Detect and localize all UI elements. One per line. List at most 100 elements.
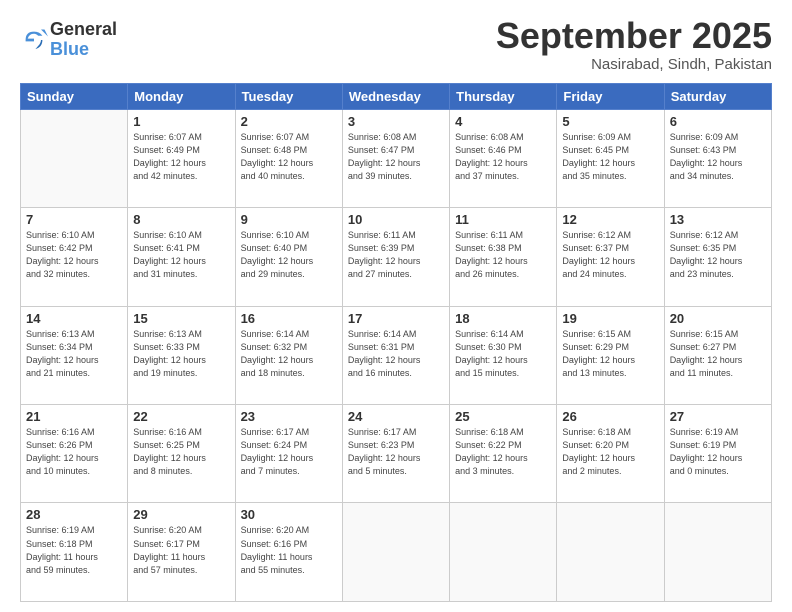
day-info: Sunrise: 6:20 AM Sunset: 6:16 PM Dayligh… — [241, 524, 337, 576]
day-number: 21 — [26, 409, 122, 424]
day-info: Sunrise: 6:11 AM Sunset: 6:39 PM Dayligh… — [348, 229, 444, 281]
day-number: 23 — [241, 409, 337, 424]
col-monday: Monday — [128, 83, 235, 109]
day-number: 26 — [562, 409, 658, 424]
day-info: Sunrise: 6:14 AM Sunset: 6:30 PM Dayligh… — [455, 328, 551, 380]
day-info: Sunrise: 6:14 AM Sunset: 6:31 PM Dayligh… — [348, 328, 444, 380]
table-row — [557, 503, 664, 602]
table-row: 20 Sunrise: 6:15 AM Sunset: 6:27 PM Dayli… — [664, 306, 771, 404]
table-row: 8 Sunrise: 6:10 AM Sunset: 6:41 PM Daylig… — [128, 208, 235, 306]
table-row: 19Sunrise: 6:15 AM Sunset: 6:29 PM Dayli… — [557, 306, 664, 404]
table-row: 21 Sunrise: 6:16 AM Sunset: 6:26 PM Dayli… — [21, 405, 128, 503]
logo-blue-text: Blue — [50, 40, 117, 60]
day-number: 11 — [455, 212, 551, 227]
day-info: Sunrise: 6:11 AM Sunset: 6:38 PM Dayligh… — [455, 229, 551, 281]
title-block: September 2025 Nasirabad, Sindh, Pakista… — [496, 16, 772, 73]
table-row: 9Sunrise: 6:10 AM Sunset: 6:40 PM Daylig… — [235, 208, 342, 306]
day-number: 24 — [348, 409, 444, 424]
table-row: 6Sunrise: 6:09 AM Sunset: 6:43 PM Daylig… — [664, 109, 771, 207]
table-row: 25 Sunrise: 6:18 AM Sunset: 6:22 PM Dayli… — [450, 405, 557, 503]
table-row: 30 Sunrise: 6:20 AM Sunset: 6:16 PM Dayli… — [235, 503, 342, 602]
col-sunday: Sunday — [21, 83, 128, 109]
day-number: 7 — [26, 212, 122, 227]
day-info: Sunrise: 6:16 AM Sunset: 6:26 PM Dayligh… — [26, 426, 122, 478]
day-number: 25 — [455, 409, 551, 424]
table-row — [21, 109, 128, 207]
table-row: 15Sunrise: 6:13 AM Sunset: 6:33 PM Dayli… — [128, 306, 235, 404]
day-info: Sunrise: 6:17 AM Sunset: 6:23 PM Dayligh… — [348, 426, 444, 478]
day-info: Sunrise: 6:18 AM Sunset: 6:22 PM Dayligh… — [455, 426, 551, 478]
table-row: 4 Sunrise: 6:08 AM Sunset: 6:46 PM Daylig… — [450, 109, 557, 207]
day-info: Sunrise: 6:13 AM Sunset: 6:34 PM Dayligh… — [26, 328, 122, 380]
day-number: 20 — [670, 311, 766, 326]
table-row: 1 Sunrise: 6:07 AM Sunset: 6:49 PM Daylig… — [128, 109, 235, 207]
day-number: 6 — [670, 114, 766, 129]
page: General Blue September 2025 Nasirabad, S… — [0, 0, 792, 612]
logo-icon — [20, 26, 48, 54]
day-info: Sunrise: 6:10 AM Sunset: 6:42 PM Dayligh… — [26, 229, 122, 281]
day-number: 10 — [348, 212, 444, 227]
day-number: 14 — [26, 311, 122, 326]
table-row: 13 Sunrise: 6:12 AM Sunset: 6:35 PM Dayli… — [664, 208, 771, 306]
day-number: 19 — [562, 311, 658, 326]
day-number: 4 — [455, 114, 551, 129]
location: Nasirabad, Sindh, Pakistan — [496, 56, 772, 73]
day-number: 29 — [133, 507, 229, 522]
table-row: 28Sunrise: 6:19 AM Sunset: 6:18 PM Dayli… — [21, 503, 128, 602]
table-row: 17 Sunrise: 6:14 AM Sunset: 6:31 PM Dayli… — [342, 306, 449, 404]
calendar-header-row: Sunday Monday Tuesday Wednesday Thursday… — [21, 83, 772, 109]
table-row: 27 Sunrise: 6:19 AM Sunset: 6:19 PM Dayli… — [664, 405, 771, 503]
day-info: Sunrise: 6:07 AM Sunset: 6:49 PM Dayligh… — [133, 131, 229, 183]
day-info: Sunrise: 6:20 AM Sunset: 6:17 PM Dayligh… — [133, 524, 229, 576]
table-row: 12 Sunrise: 6:12 AM Sunset: 6:37 PM Dayli… — [557, 208, 664, 306]
day-number: 28 — [26, 507, 122, 522]
day-info: Sunrise: 6:09 AM Sunset: 6:45 PM Dayligh… — [562, 131, 658, 183]
day-info: Sunrise: 6:19 AM Sunset: 6:19 PM Dayligh… — [670, 426, 766, 478]
day-number: 8 — [133, 212, 229, 227]
table-row: 14 Sunrise: 6:13 AM Sunset: 6:34 PM Dayli… — [21, 306, 128, 404]
day-info: Sunrise: 6:12 AM Sunset: 6:37 PM Dayligh… — [562, 229, 658, 281]
logo-text: General Blue — [50, 20, 117, 60]
day-info: Sunrise: 6:08 AM Sunset: 6:47 PM Dayligh… — [348, 131, 444, 183]
day-number: 22 — [133, 409, 229, 424]
day-number: 12 — [562, 212, 658, 227]
day-info: Sunrise: 6:18 AM Sunset: 6:20 PM Dayligh… — [562, 426, 658, 478]
col-friday: Friday — [557, 83, 664, 109]
header: General Blue September 2025 Nasirabad, S… — [20, 16, 772, 73]
day-number: 15 — [133, 311, 229, 326]
day-number: 2 — [241, 114, 337, 129]
day-info: Sunrise: 6:07 AM Sunset: 6:48 PM Dayligh… — [241, 131, 337, 183]
col-saturday: Saturday — [664, 83, 771, 109]
day-number: 5 — [562, 114, 658, 129]
table-row: 23 Sunrise: 6:17 AM Sunset: 6:24 PM Dayli… — [235, 405, 342, 503]
table-row: 29 Sunrise: 6:20 AM Sunset: 6:17 PM Dayli… — [128, 503, 235, 602]
day-number: 1 — [133, 114, 229, 129]
month-title: September 2025 — [496, 16, 772, 56]
day-info: Sunrise: 6:12 AM Sunset: 6:35 PM Dayligh… — [670, 229, 766, 281]
col-thursday: Thursday — [450, 83, 557, 109]
day-number: 16 — [241, 311, 337, 326]
day-info: Sunrise: 6:16 AM Sunset: 6:25 PM Dayligh… — [133, 426, 229, 478]
day-info: Sunrise: 6:14 AM Sunset: 6:32 PM Dayligh… — [241, 328, 337, 380]
day-info: Sunrise: 6:08 AM Sunset: 6:46 PM Dayligh… — [455, 131, 551, 183]
table-row: 2 Sunrise: 6:07 AM Sunset: 6:48 PM Daylig… — [235, 109, 342, 207]
table-row: 22 Sunrise: 6:16 AM Sunset: 6:25 PM Dayli… — [128, 405, 235, 503]
calendar-table: Sunday Monday Tuesday Wednesday Thursday… — [20, 83, 772, 602]
day-info: Sunrise: 6:10 AM Sunset: 6:41 PM Dayligh… — [133, 229, 229, 281]
day-number: 18 — [455, 311, 551, 326]
table-row: 5 Sunrise: 6:09 AM Sunset: 6:45 PM Daylig… — [557, 109, 664, 207]
table-row: 26 Sunrise: 6:18 AM Sunset: 6:20 PM Dayli… — [557, 405, 664, 503]
day-number: 17 — [348, 311, 444, 326]
table-row: 7 Sunrise: 6:10 AM Sunset: 6:42 PM Daylig… — [21, 208, 128, 306]
day-info: Sunrise: 6:10 AM Sunset: 6:40 PM Dayligh… — [241, 229, 337, 281]
logo-general-text: General — [50, 20, 117, 40]
day-info: Sunrise: 6:15 AM Sunset: 6:27 PM Dayligh… — [670, 328, 766, 380]
day-info: Sunrise: 6:17 AM Sunset: 6:24 PM Dayligh… — [241, 426, 337, 478]
day-number: 27 — [670, 409, 766, 424]
col-tuesday: Tuesday — [235, 83, 342, 109]
day-number: 30 — [241, 507, 337, 522]
day-number: 13 — [670, 212, 766, 227]
table-row — [664, 503, 771, 602]
table-row: 18 Sunrise: 6:14 AM Sunset: 6:30 PM Dayli… — [450, 306, 557, 404]
table-row: 10 Sunrise: 6:11 AM Sunset: 6:39 PM Dayli… — [342, 208, 449, 306]
